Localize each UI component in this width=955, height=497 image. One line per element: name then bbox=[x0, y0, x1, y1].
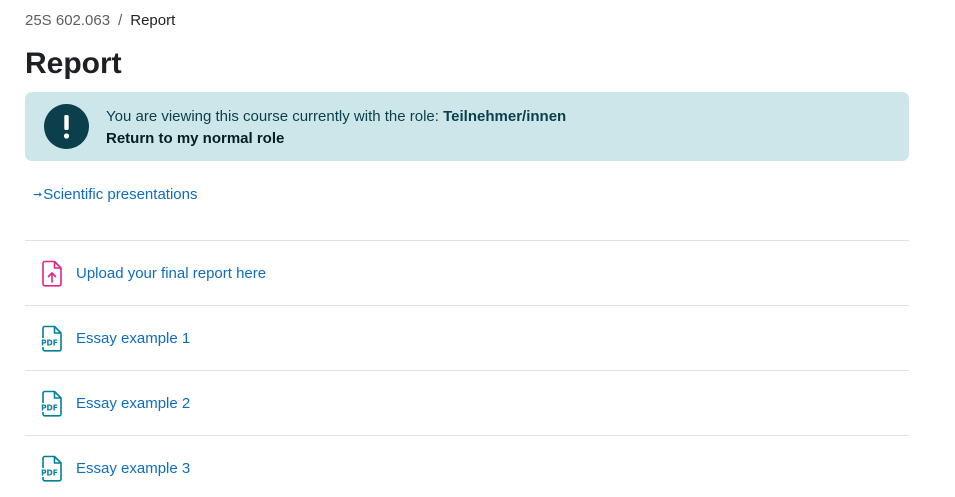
activity-item[interactable]: PDF Essay example 3 bbox=[25, 435, 909, 497]
alert-message: You are viewing this course currently wi… bbox=[106, 106, 566, 150]
section-link-label: Scientific presentations bbox=[43, 186, 198, 203]
breadcrumb-separator: / bbox=[118, 12, 123, 29]
breadcrumb-course-link[interactable]: 25S 602.063 bbox=[25, 12, 110, 29]
activity-list: Upload your final report here PDF Essay … bbox=[25, 240, 909, 497]
page-title: Report bbox=[25, 47, 122, 80]
alert-role-name: Teilnehmer/innen bbox=[443, 108, 567, 125]
page: 25S 602.063 / Report Report You are view… bbox=[0, 0, 955, 497]
activity-name[interactable]: Essay example 3 bbox=[76, 460, 190, 477]
activity-item[interactable]: PDF Essay example 1 bbox=[25, 305, 909, 370]
pdf-file-icon: PDF bbox=[40, 389, 64, 417]
breadcrumb-current: Report bbox=[130, 12, 176, 29]
svg-text:PDF: PDF bbox=[41, 403, 58, 412]
section-link-scientific-presentations[interactable]: ➞ Scientific presentations bbox=[33, 186, 197, 203]
activity-name[interactable]: Essay example 1 bbox=[76, 330, 190, 347]
exclamation-icon bbox=[44, 104, 89, 149]
arrow-right-icon: ➞ bbox=[33, 189, 43, 201]
svg-text:PDF: PDF bbox=[41, 468, 58, 477]
alert-message-prefix: You are viewing this course currently wi… bbox=[106, 108, 444, 125]
activity-name[interactable]: Essay example 2 bbox=[76, 395, 190, 412]
return-to-normal-role-link[interactable]: Return to my normal role bbox=[106, 128, 566, 150]
role-alert: You are viewing this course currently wi… bbox=[25, 92, 909, 161]
activity-item[interactable]: PDF Essay example 2 bbox=[25, 370, 909, 435]
svg-text:PDF: PDF bbox=[41, 338, 58, 347]
pdf-file-icon: PDF bbox=[40, 324, 64, 352]
activity-item[interactable]: Upload your final report here bbox=[25, 240, 909, 305]
assignment-upload-icon bbox=[40, 259, 64, 287]
pdf-file-icon: PDF bbox=[40, 454, 64, 482]
breadcrumb: 25S 602.063 / Report bbox=[25, 12, 175, 29]
activity-name[interactable]: Upload your final report here bbox=[76, 265, 266, 282]
